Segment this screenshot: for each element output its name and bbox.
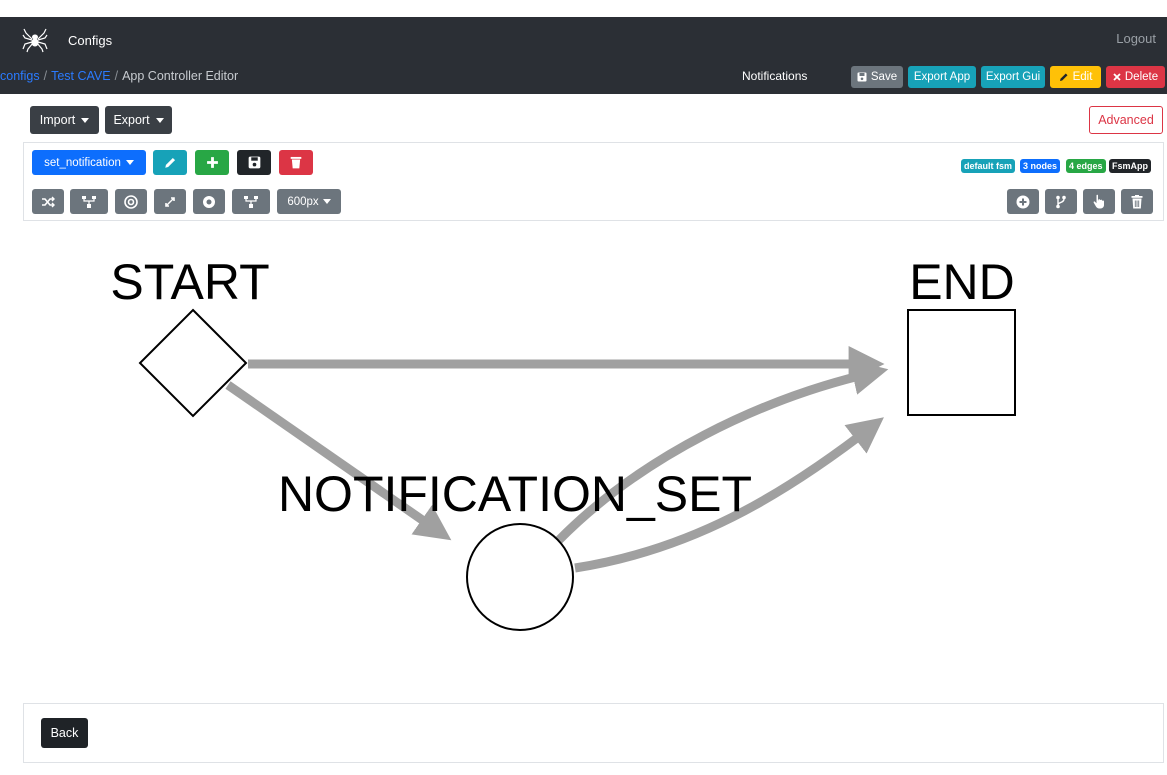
floppy-icon bbox=[857, 72, 867, 82]
edit-button[interactable]: Edit bbox=[1050, 66, 1101, 88]
app-title: Configs bbox=[68, 32, 113, 48]
badge-app-type: FsmApp bbox=[1109, 159, 1151, 173]
save-button-label: Save bbox=[870, 71, 898, 83]
badge-node-count: 3 nodes bbox=[1020, 159, 1061, 173]
breadcrumb-separator: / bbox=[43, 69, 48, 83]
pointer-hand-icon bbox=[1093, 194, 1104, 209]
select-mode-button[interactable] bbox=[1083, 189, 1115, 214]
export-app-button[interactable]: Export App bbox=[908, 66, 976, 88]
delete-fsm-button[interactable] bbox=[279, 150, 313, 175]
delete-icon bbox=[1131, 194, 1143, 208]
export-gui-label: Export Gui bbox=[985, 71, 1041, 83]
notification-set-node-circle[interactable] bbox=[466, 523, 574, 631]
pencil-icon bbox=[164, 157, 175, 168]
export-label: Export bbox=[113, 113, 150, 127]
start-node-diamond[interactable] bbox=[138, 308, 248, 418]
node-start[interactable]: START bbox=[110, 254, 270, 418]
badge-default-fsm: default fsm bbox=[961, 159, 1016, 173]
save-fsm-button[interactable] bbox=[237, 150, 271, 175]
plus-circle-icon bbox=[1016, 195, 1030, 208]
record-button[interactable] bbox=[193, 189, 225, 214]
advanced-button[interactable]: Advanced bbox=[1089, 106, 1163, 134]
plus-icon bbox=[206, 157, 218, 168]
target-icon bbox=[124, 194, 138, 209]
hierarchy-layout-button[interactable] bbox=[70, 189, 108, 214]
hierarchy-icon bbox=[82, 195, 96, 208]
trash-icon bbox=[290, 156, 302, 169]
editor-toolbar: set_notification 600px default fsm 3 nod… bbox=[23, 142, 1164, 221]
chevron-down-icon bbox=[125, 160, 134, 165]
delete-button-label: Delete bbox=[1124, 71, 1159, 83]
end-node-square[interactable] bbox=[907, 309, 1016, 416]
export-app-label: Export App bbox=[913, 71, 971, 83]
center-view-button[interactable] bbox=[115, 189, 147, 214]
chevron-down-icon bbox=[155, 117, 164, 123]
notification-set-node-label: NOTIFICATION_SET bbox=[278, 466, 752, 522]
graph-nodes: START END NOTIFICATION_SET bbox=[110, 254, 1016, 631]
brand[interactable]: Configs bbox=[22, 25, 112, 55]
export-dropdown[interactable]: Export bbox=[105, 106, 172, 134]
breadcrumb-test-cave[interactable]: Test CAVE bbox=[51, 69, 111, 83]
delete-button[interactable]: Delete bbox=[1106, 66, 1165, 88]
breadcrumb: configs / Test CAVE / App Controller Editor bbox=[0, 69, 238, 83]
logout-link[interactable]: Logout bbox=[1116, 31, 1156, 46]
fit-view-button[interactable] bbox=[154, 189, 186, 214]
shuffle-icon bbox=[42, 196, 55, 207]
footer-panel: Back bbox=[23, 703, 1164, 763]
import-label: Import bbox=[39, 113, 76, 127]
node-end[interactable]: END bbox=[907, 254, 1016, 416]
branch-icon bbox=[1056, 195, 1066, 208]
chevron-down-icon bbox=[81, 117, 90, 123]
expand-icon bbox=[165, 196, 175, 207]
tree-layout-button[interactable] bbox=[232, 189, 270, 214]
top-navbar: Configs Logout configs / Test CAVE / App Con… bbox=[0, 17, 1167, 94]
record-icon bbox=[203, 195, 215, 208]
pencil-icon bbox=[1059, 73, 1068, 81]
fsm-select-value: set_notification bbox=[44, 156, 121, 169]
add-edge-button[interactable] bbox=[1045, 189, 1077, 214]
save-icon bbox=[248, 156, 260, 169]
width-select-value: 600px bbox=[287, 195, 319, 208]
add-fsm-button[interactable] bbox=[195, 150, 229, 175]
node-notification-set[interactable]: NOTIFICATION_SET bbox=[278, 466, 752, 631]
spider-logo-icon bbox=[22, 28, 48, 53]
export-gui-button[interactable]: Export Gui bbox=[981, 66, 1045, 88]
save-button[interactable]: Save bbox=[851, 66, 903, 88]
badge-edge-count: 4 edges bbox=[1066, 159, 1106, 173]
fsm-graph-canvas[interactable]: START END NOTIFICATION_SET bbox=[0, 228, 1167, 698]
width-select-dropdown[interactable]: 600px bbox=[277, 189, 341, 214]
start-node-label: START bbox=[110, 254, 269, 310]
shuffle-layout-button[interactable] bbox=[32, 189, 64, 214]
chevron-down-icon bbox=[322, 199, 331, 204]
breadcrumb-separator: / bbox=[114, 69, 119, 83]
breadcrumb-configs[interactable]: configs bbox=[0, 69, 40, 83]
import-dropdown[interactable]: Import bbox=[30, 106, 99, 134]
notifications-label[interactable]: Notifications bbox=[742, 69, 807, 83]
hierarchy-icon bbox=[244, 195, 258, 208]
edit-button-label: Edit bbox=[1072, 71, 1093, 83]
rename-fsm-button[interactable] bbox=[153, 150, 187, 175]
delete-selected-button[interactable] bbox=[1121, 189, 1153, 214]
back-button[interactable]: Back bbox=[41, 718, 88, 748]
add-node-button[interactable] bbox=[1007, 189, 1039, 214]
close-icon bbox=[1113, 73, 1121, 81]
breadcrumb-current: App Controller Editor bbox=[122, 69, 239, 83]
end-node-label: END bbox=[909, 254, 1015, 310]
fsm-select-dropdown[interactable]: set_notification bbox=[32, 150, 146, 175]
